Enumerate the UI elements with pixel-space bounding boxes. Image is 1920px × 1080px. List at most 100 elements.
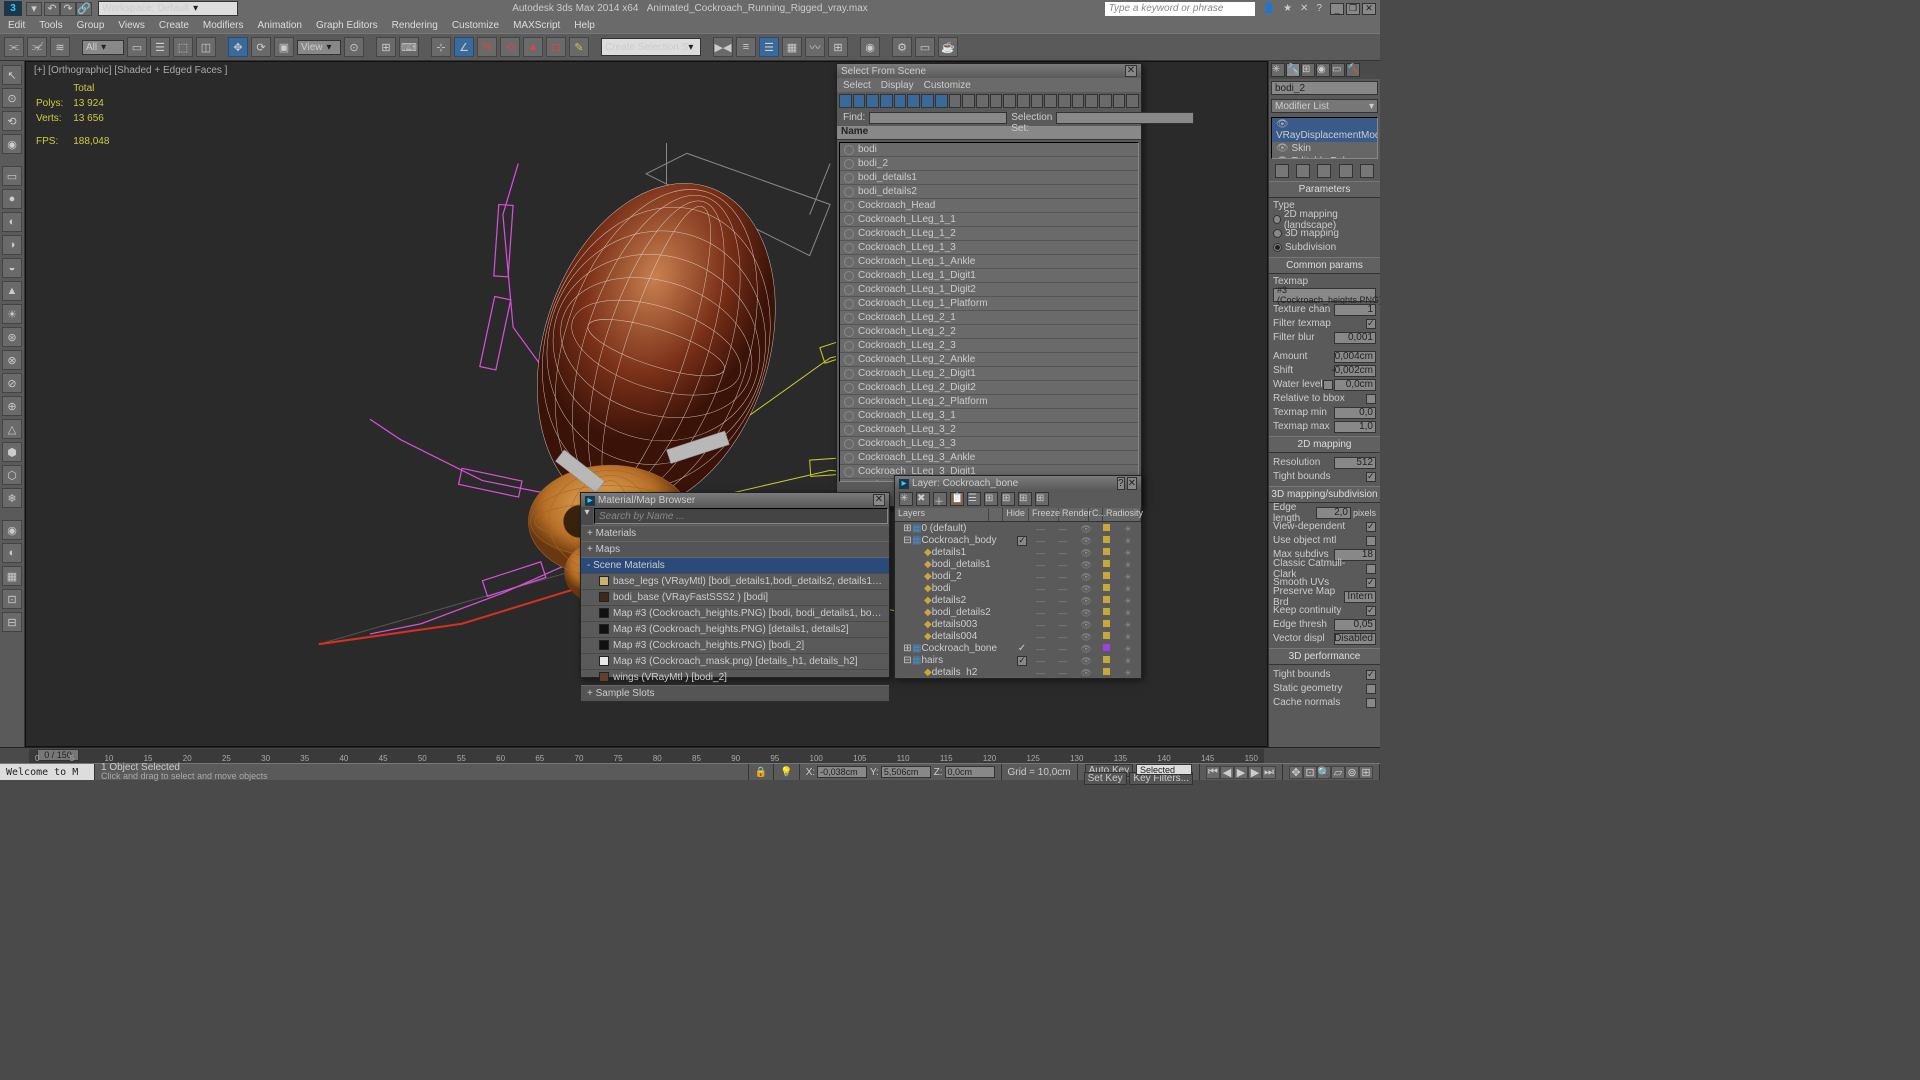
bind-spacewarp-button[interactable]: ≋ (50, 37, 70, 57)
sfs-filter-6[interactable] (921, 94, 934, 108)
mmb-item[interactable]: Map #3 (Cockroach_heights.PNG) [bodi_2] (581, 637, 889, 653)
sfs-item[interactable]: Cockroach_LLeg_2_Platform (840, 395, 1138, 409)
sfs-titlebar[interactable]: Select From Scene✕ (837, 64, 1141, 78)
sfs-filter-0[interactable] (839, 94, 852, 108)
sfs-filter-4[interactable] (894, 94, 907, 108)
layer-tool-0[interactable]: ✳ (899, 492, 913, 506)
spinner[interactable]: 0,001 (1334, 332, 1376, 344)
layer-tool-3[interactable]: 📋 (950, 492, 964, 506)
layer-tool-4[interactable]: ☰ (967, 492, 981, 506)
layer-row[interactable]: ◆ bodi_details2——👁☀ (897, 606, 1139, 618)
keymode-combo[interactable]: Selected (1136, 764, 1192, 775)
selection-filter-combo[interactable]: All▾ (82, 40, 124, 55)
sfs-item[interactable]: bodi (840, 143, 1138, 157)
layer-col[interactable]: Freeze (1029, 508, 1059, 521)
maxscript-mini[interactable]: Welcome to M (0, 764, 95, 780)
sfs-filter-18[interactable] (1085, 94, 1098, 108)
menu-modifiers[interactable]: Modifiers (203, 20, 244, 31)
layer-row[interactable]: ◆ details1——👁☀ (897, 546, 1139, 558)
menu-tools[interactable]: Tools (39, 20, 62, 31)
timeline[interactable]: 0 / 150 05101520253035404550556065707580… (0, 747, 1380, 763)
left-tool-23[interactable]: ▦ (2, 566, 22, 586)
left-tool-18[interactable]: ⬡ (2, 465, 22, 485)
select-manipulate-button[interactable]: ⊞ (376, 37, 396, 57)
align-button[interactable]: ≡ (736, 37, 756, 57)
pan-button[interactable]: ✥ (1289, 766, 1303, 779)
mmb-item[interactable]: Map #3 (Cockroach_mask.png) [details_h1,… (581, 653, 889, 669)
sfs-filter-12[interactable] (1003, 94, 1016, 108)
signin-icon[interactable]: 👤 (1263, 3, 1275, 14)
window-crossing-button[interactable]: ◫ (196, 37, 216, 57)
modifier-vraydisplacementmod[interactable]: 👁 VRayDisplacementMod (1272, 118, 1377, 142)
object-name-field[interactable]: bodi_2 (1271, 81, 1378, 95)
sfs-item[interactable]: Cockroach_LLeg_1_Digit1 (840, 269, 1138, 283)
maximize-vp-button[interactable]: ⊞ (1359, 766, 1373, 779)
modifier-skin[interactable]: 👁 Skin (1272, 142, 1377, 155)
checkbox[interactable] (1366, 578, 1376, 588)
left-tool-17[interactable]: ⬢ (2, 442, 22, 462)
layer-tool-8[interactable]: ⊞ (1035, 492, 1049, 506)
layer-row[interactable]: ◆ details_h2——👁☀ (897, 666, 1139, 676)
left-tool-5[interactable]: ▭ (2, 166, 22, 186)
checkbox[interactable] (1366, 536, 1376, 546)
unlink-button[interactable]: ⫘̸ (27, 37, 47, 57)
layer-row[interactable]: ◆ bodi——👁☀ (897, 582, 1139, 594)
spinner[interactable]: 1,0 (1334, 421, 1376, 433)
sfs-item[interactable]: bodi_details1 (840, 171, 1138, 185)
menu-edit[interactable]: Edit (8, 20, 25, 31)
menu-help[interactable]: Help (574, 20, 595, 31)
sfs-filter-5[interactable] (907, 94, 920, 108)
sfs-filter-19[interactable] (1099, 94, 1112, 108)
sfs-item[interactable]: Cockroach_Head (840, 199, 1138, 213)
spinner[interactable]: 512 (1334, 457, 1376, 469)
spinner[interactable]: 0,0cm (1334, 379, 1376, 391)
mmb-close-button[interactable]: ✕ (873, 494, 885, 506)
sfs-filter-8[interactable] (949, 94, 962, 108)
layer-row[interactable]: ◆ details003——👁☀ (897, 618, 1139, 630)
curve-editor-button[interactable]: 〰 (805, 37, 825, 57)
left-tool-11[interactable]: ☀ (2, 304, 22, 324)
viewport-label[interactable]: [+] [Orthographic] [Shaded + Edged Faces… (34, 65, 227, 76)
help-search-input[interactable]: Type a keyword or phrase (1105, 2, 1255, 16)
rendered-frame-button[interactable]: ▭ (915, 37, 935, 57)
sfs-item[interactable]: Cockroach_LLeg_2_3 (840, 339, 1138, 353)
checkbox[interactable] (1366, 670, 1376, 680)
spinner-snap-button[interactable]: ⟲ (500, 37, 520, 57)
layer-row[interactable]: ⊞▦ 0 (default)——👁☀ (897, 522, 1139, 534)
edit-named-sel-button[interactable]: ⊡ (546, 37, 566, 57)
sfs-filter-11[interactable] (990, 94, 1003, 108)
create-tab[interactable]: ✳ (1271, 63, 1285, 77)
use-pivot-button[interactable]: ⊙ (344, 37, 364, 57)
undo-button[interactable]: ↶ (44, 2, 60, 16)
sfs-filter-9[interactable] (962, 94, 975, 108)
sfs-selset-combo[interactable] (1056, 112, 1194, 124)
configure-button[interactable] (1360, 164, 1374, 178)
spinner[interactable]: -0,002cm (1334, 365, 1376, 377)
prev-frame-button[interactable]: ◀ (1220, 766, 1234, 779)
favorites-icon[interactable]: ★ (1283, 3, 1292, 14)
layer-tool-5[interactable]: ⊞ (984, 492, 998, 506)
goto-end-button[interactable]: ⏭ (1262, 766, 1276, 779)
sfs-filter-1[interactable] (853, 94, 866, 108)
left-tool-13[interactable]: ⊗ (2, 350, 22, 370)
select-link-button[interactable]: ⫘ (4, 37, 24, 57)
sfs-item[interactable]: Cockroach_LLeg_2_1 (840, 311, 1138, 325)
layer-col[interactable] (989, 508, 1003, 521)
mmb-maps-section[interactable]: + Maps (581, 541, 889, 557)
utilities-tab[interactable]: 🔨 (1346, 63, 1360, 77)
edged-faces-button[interactable]: ▲ (523, 37, 543, 57)
remove-mod-button[interactable] (1339, 164, 1353, 178)
orbit-button[interactable]: ⊚ (1345, 766, 1359, 779)
layer-titlebar[interactable]: ▸Layer: Cockroach_bone ?✕ (895, 476, 1141, 490)
left-tool-8[interactable]: ◑ (2, 235, 22, 255)
left-tool-22[interactable]: ◐ (2, 543, 22, 563)
sfs-filter-7[interactable] (935, 94, 948, 108)
sfs-item[interactable]: bodi_details2 (840, 185, 1138, 199)
mmb-item[interactable]: Map #3 (Cockroach_heights.PNG) [bodi, bo… (581, 605, 889, 621)
checkbox[interactable] (1366, 684, 1376, 694)
sfs-item[interactable]: Cockroach_LLeg_2_Ankle (840, 353, 1138, 367)
sfs-filter-20[interactable] (1113, 94, 1126, 108)
left-tool-21[interactable]: ◉ (2, 520, 22, 540)
angle-snap-button[interactable]: ∠ (454, 37, 474, 57)
layer-col[interactable]: Radiosity (1103, 508, 1141, 521)
